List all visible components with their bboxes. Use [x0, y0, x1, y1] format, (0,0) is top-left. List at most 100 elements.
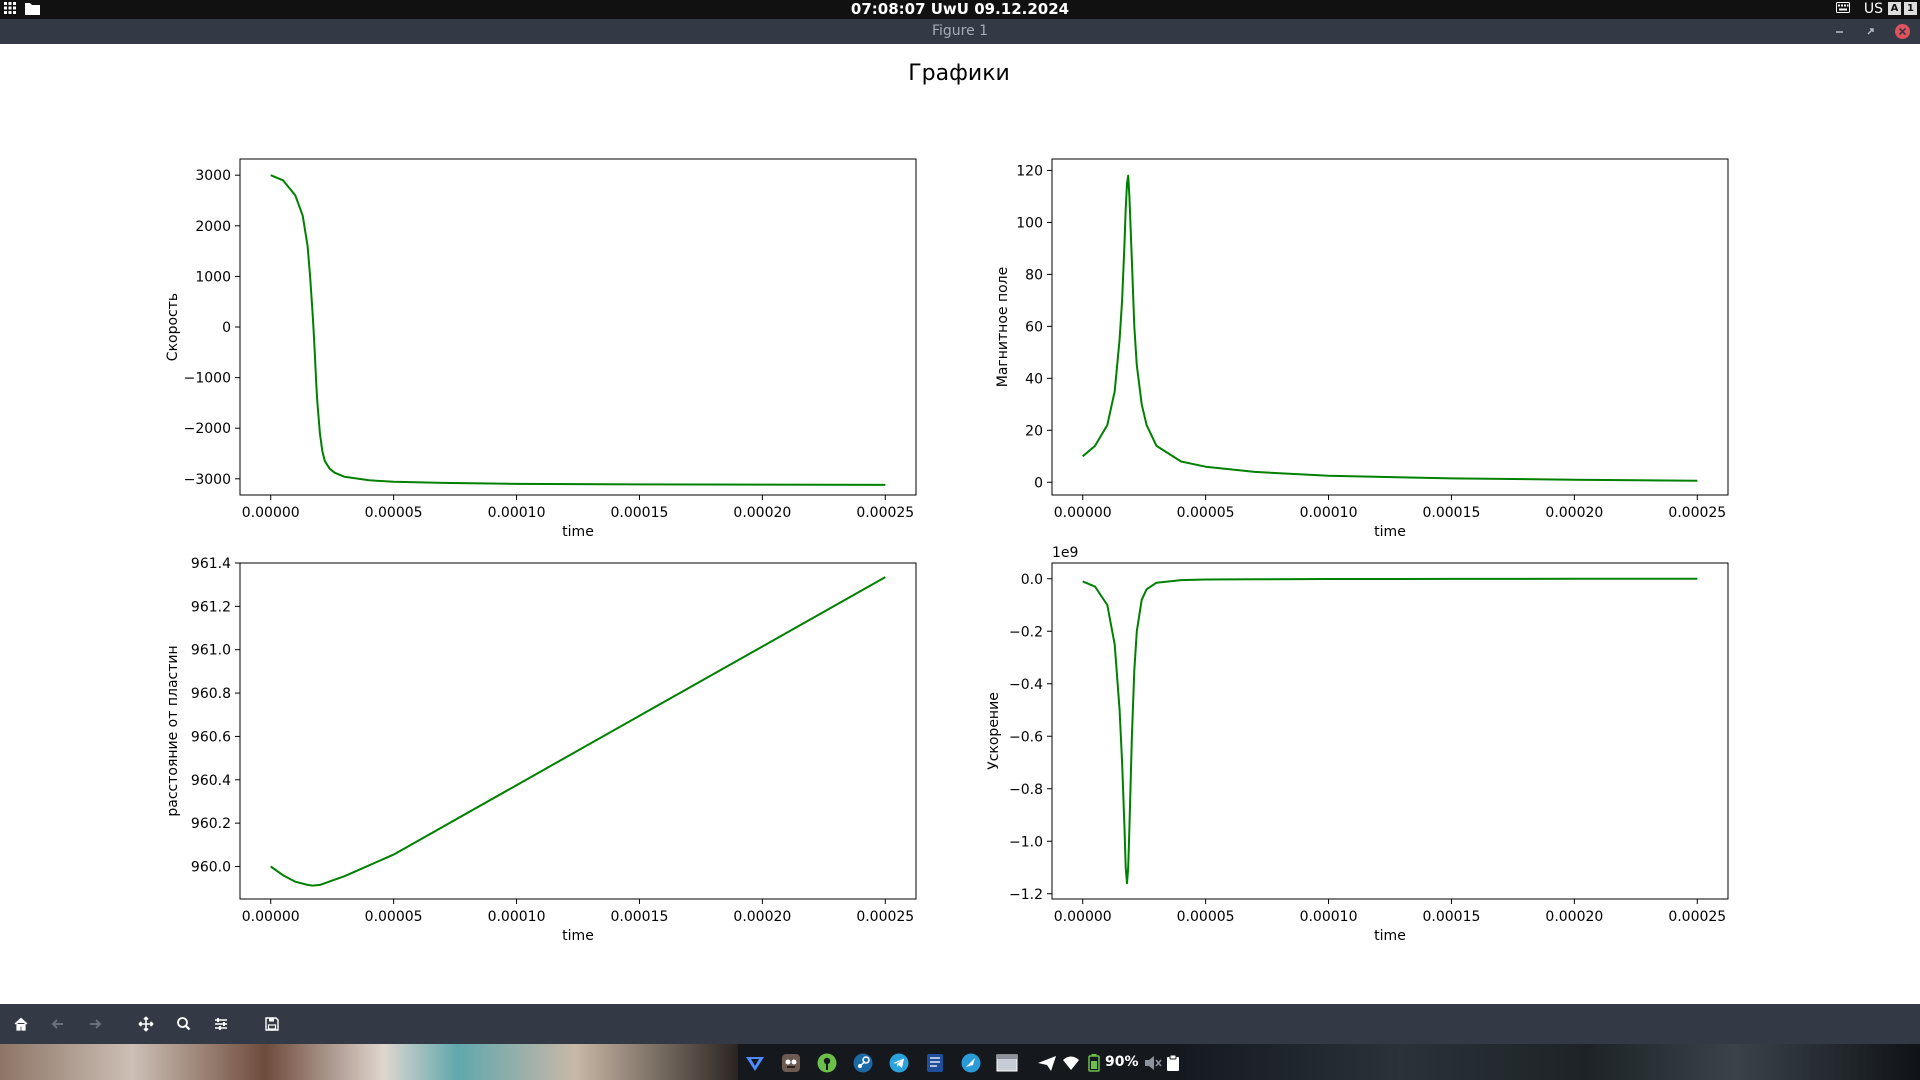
- battery-percentage: 90%: [1105, 1054, 1139, 1070]
- axes-frame: [1051, 158, 1729, 496]
- y-tick-label: 60: [1025, 319, 1043, 335]
- x-tick-label: 0.00015: [1423, 505, 1481, 521]
- y-axis-label: Скорость: [165, 293, 181, 361]
- series-line: [270, 576, 886, 887]
- clipboard-icon[interactable]: [1162, 1052, 1184, 1074]
- x-tick-label: 0.00025: [1668, 505, 1726, 521]
- y-tick-label: 960.0: [191, 859, 231, 875]
- y-tick-label: 960.4: [191, 773, 231, 789]
- window-app-icon[interactable]: [996, 1052, 1018, 1074]
- subplot-1: 0.00000 0.00005 0.00010 0.00015 0.00020 0.000…: [165, 158, 917, 540]
- y-tick-label: 120: [1016, 163, 1043, 179]
- x-tick-label: 0.00015: [611, 505, 669, 521]
- x-tick-label: 0.00010: [1300, 505, 1358, 521]
- y-tick-label: 961.4: [191, 556, 231, 572]
- y-tick-label: 40: [1025, 371, 1043, 387]
- keyboard-layout[interactable]: US: [1864, 0, 1883, 19]
- send-icon[interactable]: [1036, 1052, 1058, 1074]
- series-line: [270, 174, 886, 486]
- y-tick-label: −1.0: [1009, 834, 1043, 850]
- figure-suptitle: Графики: [908, 61, 1010, 86]
- x-axis-label: time: [562, 524, 594, 540]
- x-axis-label: time: [1374, 928, 1406, 944]
- figure-svg: Графики 0.00000 0.00005 0.00010 0.00015 0.00…: [165, 61, 1729, 944]
- x-tick-label: 0.00015: [1423, 909, 1481, 925]
- telegram-icon[interactable]: [888, 1052, 910, 1074]
- y-tick-label: −0.2: [1009, 624, 1043, 640]
- game-app-icon[interactable]: [780, 1052, 802, 1074]
- taskbar: 90%: [0, 1044, 1920, 1080]
- subplot-2: 0.00000 0.00005 0.00010 0.00015 0.00020 0.000…: [995, 158, 1729, 540]
- pan-icon[interactable]: [136, 1015, 156, 1033]
- minimize-icon[interactable]: [1831, 23, 1848, 40]
- x-tick-label: 0.00005: [1177, 505, 1235, 521]
- reader-app-icon[interactable]: [924, 1052, 946, 1074]
- x-tick-label: 0.00010: [488, 909, 546, 925]
- axes-frame: [239, 158, 917, 496]
- x-axis-label: time: [562, 928, 594, 944]
- y-axis-label: расстояние от пластин: [165, 645, 181, 816]
- configure-subplots-icon[interactable]: [211, 1015, 231, 1033]
- close-icon[interactable]: [1894, 23, 1911, 40]
- wifi-icon[interactable]: [1060, 1052, 1082, 1074]
- x-tick-label: 0.00005: [365, 909, 423, 925]
- volume-muted-icon[interactable]: [1142, 1052, 1164, 1074]
- y-tick-label: 2000: [195, 219, 231, 235]
- x-tick-label: 0.00000: [242, 505, 300, 521]
- x-tick-label: 0.00025: [856, 505, 914, 521]
- figure-canvas: Графики 0.00000 0.00005 0.00010 0.00015 0.00…: [0, 44, 1920, 1004]
- y-tick-label: 3000: [195, 168, 231, 184]
- battery-icon[interactable]: [1083, 1052, 1105, 1074]
- x-tick-label: 0.00025: [1668, 909, 1726, 925]
- forward-icon[interactable]: [85, 1015, 105, 1033]
- x-tick-label: 0.00020: [733, 909, 791, 925]
- wallpaper: [1180, 1044, 1920, 1080]
- y-tick-label: −0.4: [1009, 677, 1043, 693]
- y-tick-label: −1.2: [1009, 887, 1043, 903]
- y-tick-label: 961.0: [191, 643, 231, 659]
- indicator-b: 1: [1904, 2, 1917, 15]
- keyboard-icon[interactable]: [1836, 2, 1850, 13]
- y-tick-label: 20: [1025, 423, 1043, 439]
- x-tick-label: 0.00000: [1054, 909, 1112, 925]
- window-titlebar: Figure 1: [0, 19, 1920, 44]
- axes-frame: [1051, 562, 1729, 900]
- indicator-a: A: [1888, 2, 1901, 15]
- wallpaper: [0, 1044, 738, 1080]
- series-line: [1082, 174, 1698, 482]
- keepass-icon[interactable]: [816, 1052, 838, 1074]
- clock: 07:08:07 UwU 09.12.2024: [850, 0, 1070, 18]
- y-tick-label: 0: [1034, 475, 1043, 491]
- y-tick-label: 960.2: [191, 816, 231, 832]
- home-icon[interactable]: [11, 1015, 31, 1033]
- x-tick-label: 0.00025: [856, 909, 914, 925]
- x-tick-label: 0.00010: [488, 505, 546, 521]
- axes-frame: [239, 562, 917, 900]
- plot-toolbar: [0, 1004, 1920, 1044]
- browser-icon[interactable]: [960, 1052, 982, 1074]
- top-bar: 07:08:07 UwU 09.12.2024 US A 1: [0, 0, 1920, 19]
- y-tick-label: 0: [222, 320, 231, 336]
- y-tick-label: 0.0: [1021, 572, 1043, 588]
- zoom-icon[interactable]: [174, 1015, 194, 1033]
- y-tick-label: −0.8: [1009, 782, 1043, 798]
- x-axis-label: time: [1374, 524, 1406, 540]
- series-line: [1082, 577, 1698, 885]
- steam-icon[interactable]: [852, 1052, 874, 1074]
- vpn-icon[interactable]: [744, 1052, 766, 1074]
- x-tick-label: 0.00000: [1054, 505, 1112, 521]
- y-offset-text: 1e9: [1052, 545, 1078, 561]
- maximize-icon[interactable]: [1862, 23, 1879, 40]
- y-tick-label: −0.6: [1009, 729, 1043, 745]
- x-tick-label: 0.00000: [242, 909, 300, 925]
- x-tick-label: 0.00015: [611, 909, 669, 925]
- x-tick-label: 0.00020: [1545, 505, 1603, 521]
- back-icon[interactable]: [48, 1015, 68, 1033]
- y-axis-label: Ускорение: [986, 692, 1002, 770]
- y-tick-label: 100: [1016, 215, 1043, 231]
- y-tick-label: 960.8: [191, 686, 231, 702]
- x-tick-label: 0.00020: [733, 505, 791, 521]
- x-tick-label: 0.00010: [1300, 909, 1358, 925]
- x-tick-label: 0.00020: [1545, 909, 1603, 925]
- save-icon[interactable]: [262, 1015, 282, 1033]
